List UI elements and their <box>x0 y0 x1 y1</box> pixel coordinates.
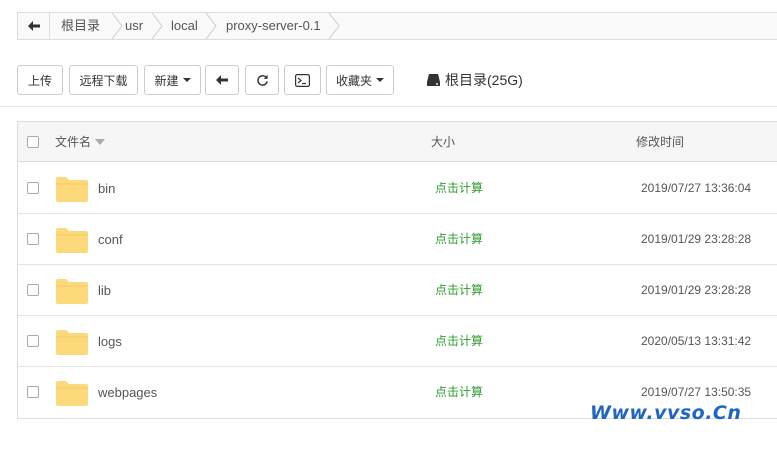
row-checkbox[interactable] <box>27 284 39 296</box>
file-size-link[interactable]: 点击计算 <box>435 214 483 265</box>
file-name[interactable]: logs <box>98 316 122 367</box>
arrow-left-icon <box>216 75 228 85</box>
table-row[interactable]: conf 点击计算 2019/01/29 23:28:28 <box>18 214 777 265</box>
new-label: 新建 <box>154 73 179 88</box>
disk-label: 根目录(25G) <box>445 72 523 88</box>
breadcrumb-item-current[interactable]: proxy-server-0.1 <box>226 13 321 39</box>
table-header: 文件名 大小 修改时间 <box>18 122 777 162</box>
upload-label: 上传 <box>27 73 52 88</box>
file-modified: 2019/01/29 23:28:28 <box>641 232 752 246</box>
row-checkbox[interactable] <box>27 335 39 347</box>
watermark-text: Www.vvso.Cn <box>590 402 742 424</box>
toolbar-divider <box>0 106 777 107</box>
row-checkbox[interactable] <box>27 182 39 194</box>
column-header-name-label: 文件名 <box>55 135 92 149</box>
file-table: 文件名 大小 修改时间 bin 点击计算 2019/07/27 13:36:04… <box>17 121 777 419</box>
hard-drive-icon <box>427 74 440 86</box>
select-all-checkbox[interactable] <box>27 136 39 148</box>
table-row[interactable]: bin 点击计算 2019/07/27 13:36:04 <box>18 163 777 214</box>
disk-info[interactable]: 根目录(25G) <box>427 71 523 89</box>
folder-icon <box>56 330 88 355</box>
file-size-link[interactable]: 点击计算 <box>435 265 483 316</box>
file-name[interactable]: webpages <box>98 367 157 418</box>
file-size-link[interactable]: 点击计算 <box>435 367 483 418</box>
folder-icon <box>56 177 88 202</box>
file-name[interactable]: lib <box>98 265 111 316</box>
sort-down-icon <box>95 138 106 145</box>
file-modified: 2020/05/13 13:31:42 <box>641 334 752 348</box>
breadcrumb-item-usr[interactable]: usr <box>125 13 143 39</box>
caret-down-icon <box>182 78 191 82</box>
upload-button[interactable]: 上传 <box>17 65 63 95</box>
row-checkbox[interactable] <box>27 386 39 398</box>
refresh-icon <box>256 74 268 86</box>
remote-download-button[interactable]: 远程下载 <box>69 65 138 95</box>
breadcrumb: 根目录 usr local proxy-server-0.1 <box>17 12 777 40</box>
column-header-modified[interactable]: 修改时间 <box>636 122 684 162</box>
table-row[interactable]: lib 点击计算 2019/01/29 23:28:28 <box>18 265 777 316</box>
new-dropdown-button[interactable]: 新建 <box>144 65 201 95</box>
table-row[interactable]: logs 点击计算 2020/05/13 13:31:42 <box>18 316 777 367</box>
breadcrumb-back-button[interactable] <box>18 13 50 39</box>
column-header-name[interactable]: 文件名 <box>55 122 106 162</box>
breadcrumb-separator-icon <box>111 13 123 39</box>
file-size-link[interactable]: 点击计算 <box>435 316 483 367</box>
caret-down-icon <box>376 78 384 82</box>
breadcrumb-separator-icon <box>205 13 217 39</box>
terminal-button[interactable] <box>284 65 321 95</box>
file-name[interactable]: conf <box>98 214 123 265</box>
folder-icon <box>56 279 88 304</box>
arrow-left-icon <box>27 21 40 31</box>
row-checkbox[interactable] <box>27 233 39 245</box>
folder-icon <box>56 381 88 406</box>
breadcrumb-separator-icon <box>151 13 163 39</box>
terminal-icon <box>295 73 310 87</box>
file-modified: 2019/01/29 23:28:28 <box>641 283 752 297</box>
remote-download-label: 远程下载 <box>79 73 128 88</box>
back-button[interactable] <box>205 65 239 95</box>
folder-icon <box>56 228 88 253</box>
favorites-dropdown-button[interactable]: 收藏夹 <box>326 65 394 95</box>
file-size-link[interactable]: 点击计算 <box>435 163 483 214</box>
refresh-button[interactable] <box>245 65 279 95</box>
breadcrumb-item-local[interactable]: local <box>171 13 198 39</box>
breadcrumb-item-root[interactable]: 根目录 <box>61 13 100 39</box>
favorites-label: 收藏夹 <box>335 73 372 88</box>
column-header-size[interactable]: 大小 <box>431 122 455 162</box>
file-name[interactable]: bin <box>98 163 115 214</box>
breadcrumb-separator-icon <box>328 13 340 39</box>
file-modified: 2019/07/27 13:36:04 <box>641 181 752 195</box>
